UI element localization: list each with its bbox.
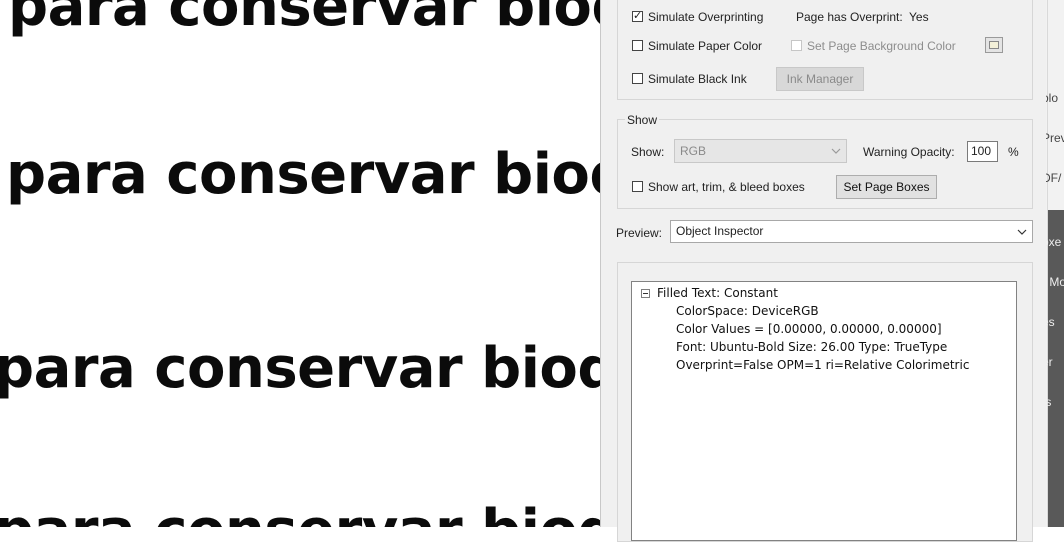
document-text-line: para conservar biodive xyxy=(0,498,600,527)
checkmark-icon: ✓ xyxy=(633,10,643,22)
set-page-boxes-button[interactable]: Set Page Boxes xyxy=(836,175,937,199)
chevron-down-icon xyxy=(1017,229,1027,235)
tree-detail-item[interactable]: ColorSpace: DeviceRGB xyxy=(676,304,819,318)
warning-opacity-label: Warning Opacity: xyxy=(863,145,955,159)
warning-opacity-input[interactable]: 100 xyxy=(967,141,998,162)
tree-detail-item[interactable]: Overprint=False OPM=1 ri=Relative Colori… xyxy=(676,358,969,372)
collapse-icon[interactable] xyxy=(641,289,650,298)
page-has-overprint-label: Page has Overprint: xyxy=(796,10,903,24)
preview-select[interactable]: Object Inspector xyxy=(670,220,1033,243)
document-text-line: para conservar biodive xyxy=(0,336,600,401)
show-group xyxy=(617,119,1033,209)
background-color-swatch-button[interactable] xyxy=(985,37,1003,53)
show-label: Show: xyxy=(631,145,665,159)
ink-manager-button[interactable]: Ink Manager xyxy=(776,67,864,91)
preview-select-value: Object Inspector xyxy=(676,224,764,238)
color-swatch xyxy=(989,41,999,49)
document-page: para conservar biodive para conservar bi… xyxy=(0,0,600,527)
object-inspector-tree[interactable]: Filled Text: Constant ColorSpace: Device… xyxy=(631,281,1017,541)
show-group-title: Show xyxy=(625,113,660,127)
simulate-overprinting-checkbox[interactable]: ✓ xyxy=(632,10,643,22)
document-text-line: para conservar biodive xyxy=(6,142,600,207)
tree-root-item[interactable]: Filled Text: Constant xyxy=(657,286,778,300)
set-page-background-label: Set Page Background Color xyxy=(807,39,956,53)
preview-label: Preview: xyxy=(616,226,663,240)
simulate-paper-color-checkbox[interactable] xyxy=(632,40,643,51)
simulate-overprinting-label: Simulate Overprinting xyxy=(648,10,764,24)
chevron-down-icon xyxy=(831,148,841,154)
show-select-value: RGB xyxy=(680,144,707,158)
simulate-black-ink-checkbox[interactable] xyxy=(632,73,643,84)
simulate-black-ink-label: Simulate Black Ink xyxy=(648,72,747,86)
show-boxes-label: Show art, trim, & bleed boxes xyxy=(648,180,805,194)
tree-detail-item[interactable]: Color Values = [0.00000, 0.00000, 0.0000… xyxy=(676,322,942,336)
page-has-overprint-value: Yes xyxy=(909,10,929,24)
show-select[interactable]: RGB xyxy=(674,139,847,163)
simulate-paper-color-label: Simulate Paper Color xyxy=(648,39,763,53)
percent-label: % xyxy=(1008,145,1019,159)
set-page-background-checkbox[interactable] xyxy=(791,40,802,51)
document-text-line: para conservar biodive xyxy=(8,0,600,39)
show-boxes-checkbox[interactable] xyxy=(632,181,643,192)
tree-detail-item[interactable]: Font: Ubuntu-Bold Size: 26.00 Type: True… xyxy=(676,340,947,354)
